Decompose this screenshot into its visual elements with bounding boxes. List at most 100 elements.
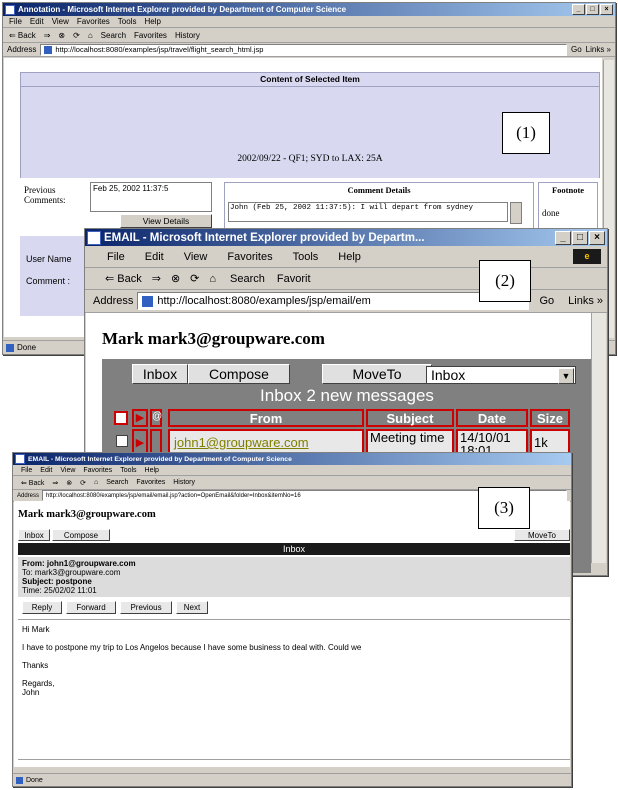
column-from[interactable]: From [168,409,364,427]
links-button[interactable]: Links » [568,295,603,307]
row-checkbox[interactable] [116,435,128,447]
home-icon[interactable]: ⌂ [209,273,216,285]
tab-inbox[interactable]: Inbox [132,364,188,384]
home-button[interactable]: ⌂ [94,479,98,486]
tab-moveto[interactable]: MoveTo [514,529,570,541]
menu-tools[interactable]: Tools [293,251,319,263]
favorites-button[interactable]: Favorites [136,479,165,486]
tab-moveto[interactable]: MoveTo [322,364,432,384]
message-body: I have to postpone my trip to Los Angelo… [22,643,362,652]
stop-icon[interactable]: ⊗ [171,272,180,285]
footnote-value: done [542,208,560,218]
refresh-icon[interactable]: ⟳ [190,272,199,285]
previous-button[interactable]: Previous [120,601,172,614]
vertical-scrollbar[interactable] [591,313,606,563]
forward-button[interactable]: ⇒ [152,272,161,285]
view-details-button[interactable]: View Details [120,214,212,228]
reply-button[interactable]: Reply [22,601,62,614]
home-button[interactable]: ⌂ [88,31,93,40]
menu-help[interactable]: Help [338,251,361,263]
address-field[interactable]: http://localhost:8080/examples/jsp/trave… [40,43,567,56]
menu-edit[interactable]: Edit [30,17,44,26]
tab-compose[interactable]: Compose [52,529,110,541]
forward-button[interactable]: Forward [66,601,116,614]
history-button[interactable]: History [175,31,200,40]
folder-select[interactable]: Inbox ▼ [426,366,576,384]
column-date[interactable]: Date [456,409,528,427]
search-button[interactable]: Search [106,479,128,486]
history-button[interactable]: History [173,479,195,486]
menu-view[interactable]: View [184,251,208,263]
back-button[interactable]: ⇐ Back [21,479,44,487]
menu-view[interactable]: View [60,467,75,474]
forward-button[interactable]: ⇒ [44,31,51,40]
address-url: http://localhost:8080/examples/jsp/trave… [55,45,264,54]
minimize-button[interactable]: _ [555,230,571,245]
links-button[interactable]: Links » [586,45,611,54]
menu-help[interactable]: Help [144,17,160,26]
minimize-button[interactable]: _ [572,4,585,15]
menu-edit[interactable]: Edit [40,467,52,474]
close-button[interactable]: × [600,4,613,15]
back-button[interactable]: ⇐ Back [105,272,142,285]
header-select-all-checkbox[interactable] [114,411,128,425]
comment-details-header: Comment Details [347,185,411,195]
menu-tools[interactable]: Tools [120,467,136,474]
close-button[interactable]: × [589,230,605,245]
page-icon [16,776,23,784]
column-size[interactable]: Size [530,409,570,427]
message-subject: Subject: postpone [22,577,92,586]
address-label: Address [7,45,37,54]
divider [20,86,600,87]
menu-favorites[interactable]: Favorites [227,251,272,263]
forward-button[interactable]: ⇒ [52,479,58,487]
window-title: Annotation - Microsoft Internet Explorer… [18,5,347,14]
menu-file[interactable]: File [21,467,32,474]
column-subject[interactable]: Subject [366,409,454,427]
window-title: EMAIL - Microsoft Internet Explorer prov… [28,455,292,463]
title-bar[interactable]: EMAIL - Microsoft Internet Explorer prov… [13,453,571,465]
address-field[interactable]: http://localhost:8080/examples/jsp/email… [137,292,530,310]
favorites-button[interactable]: Favorites [134,31,167,40]
chevron-down-icon[interactable]: ▼ [558,368,574,384]
menu-favorites[interactable]: Favorites [77,17,110,26]
menu-favorites[interactable]: Favorites [83,467,112,474]
callout-1: (1) [502,112,550,154]
menu-file[interactable]: File [9,17,22,26]
maximize-button[interactable]: □ [572,230,588,245]
message-time: Time: 25/02/02 11:01 [22,586,97,595]
back-button[interactable]: ⇐ Back [9,31,36,40]
menu-tools[interactable]: Tools [118,17,137,26]
go-button[interactable]: Go [539,295,554,307]
maximize-button[interactable]: □ [586,4,599,15]
menu-view[interactable]: View [52,17,69,26]
search-button[interactable]: Search [101,31,126,40]
address-label: Address [17,492,40,499]
title-bar[interactable]: Annotation - Microsoft Internet Explorer… [3,3,615,16]
menu-bar: File Edit View Favorites Tools Help [13,465,571,476]
refresh-button[interactable]: ⟳ [73,31,80,40]
search-button[interactable]: Search [230,273,265,285]
selected-item-text: 2002/09/22 - QF1; SYD to LAX: 25A [237,154,383,164]
previous-comments-list[interactable]: Feb 25, 2002 11:37:5 [90,182,212,212]
comment-scrollbar[interactable] [510,202,522,224]
stop-button[interactable]: ⊗ [66,479,72,487]
menu-bar: File Edit View Favorites Tools Help [3,16,615,28]
refresh-button[interactable]: ⟳ [80,479,86,487]
flag-icon: ▶ [132,409,148,427]
menu-file[interactable]: File [107,251,125,263]
next-button[interactable]: Next [176,601,208,614]
favorites-button[interactable]: Favorit [277,273,311,285]
tab-compose[interactable]: Compose [188,364,290,384]
stop-button[interactable]: ⊗ [58,31,65,40]
status-text: Done [17,343,37,352]
window-title: EMAIL - Microsoft Internet Explorer prov… [104,231,425,244]
ie-icon [5,4,15,15]
go-button[interactable]: Go [571,45,582,54]
title-bar[interactable]: EMAIL - Microsoft Internet Explorer prov… [85,229,607,246]
menu-edit[interactable]: Edit [145,251,164,263]
menu-help[interactable]: Help [145,467,159,474]
address-label: Address [93,295,134,307]
comment-details-text[interactable]: John (Feb 25, 2002 11:37:5): I will depa… [228,202,508,222]
tab-inbox[interactable]: Inbox [18,529,50,541]
